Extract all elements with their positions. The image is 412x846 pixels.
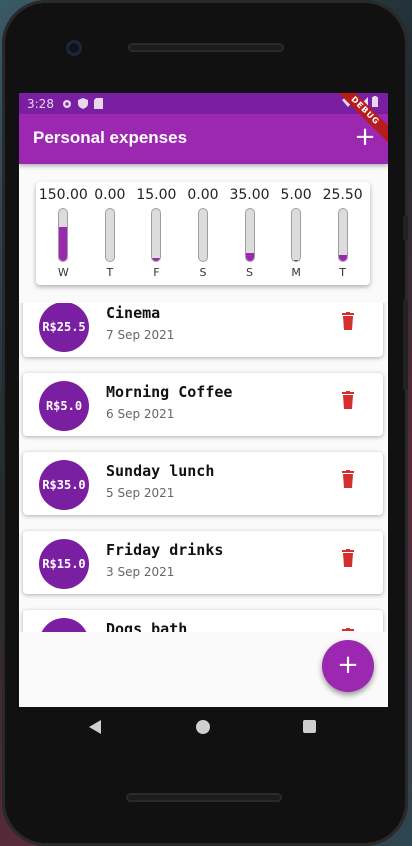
chart-bar: 5.00 M: [273, 182, 319, 285]
android-nav-bar: [19, 707, 388, 747]
shield-icon: [77, 98, 88, 109]
chart-bar-track: [58, 208, 69, 262]
add-fab-button[interactable]: +: [322, 640, 374, 692]
chart-bar-amount: 25.50: [322, 187, 363, 203]
settings-icon: [62, 99, 71, 108]
chart-bar-day: S: [199, 266, 207, 279]
transaction-title: Dogs bath: [106, 620, 188, 632]
battery-icon: [372, 96, 378, 107]
page-title: Personal expenses: [33, 128, 188, 147]
earpiece-speaker: [128, 43, 284, 52]
delete-icon[interactable]: [341, 628, 355, 632]
chart-bar-track: [337, 208, 348, 262]
transaction-title: Sunday lunch: [106, 462, 215, 480]
amount-avatar: R$25.5: [39, 303, 89, 352]
chart-bar-track: [197, 208, 208, 262]
chart-bar-fill: [152, 257, 161, 261]
power-button: [403, 216, 408, 240]
home-icon[interactable]: [196, 720, 210, 734]
transaction-item[interactable]: R$25.5 Cinema 7 Sep 2021: [23, 303, 383, 357]
transaction-list[interactable]: R$25.5 Cinema 7 Sep 2021 R$5.0 Morning Coffe…: [19, 303, 388, 632]
chart-bar-day: S: [246, 266, 254, 279]
transaction-item[interactable]: R$15.0 Friday drinks 3 Sep 2021: [23, 531, 383, 594]
chart-bar-track: [151, 208, 162, 262]
chart-bar-day: T: [106, 266, 114, 279]
status-bar: 3:28: [19, 93, 388, 114]
amount-avatar: R$5.0: [39, 381, 89, 431]
delete-icon[interactable]: [341, 391, 355, 409]
chart-bar: 0.00 T: [87, 182, 133, 285]
bottom-speaker: [126, 793, 282, 802]
volume-button: [403, 300, 408, 390]
delete-icon[interactable]: [341, 470, 355, 488]
chart-bar-fill: [338, 255, 347, 261]
chart-bar-fill: [59, 227, 68, 261]
transaction-date: 6 Sep 2021: [106, 407, 175, 421]
chart-bar-day: W: [57, 266, 69, 279]
app-screen: 3:28 DEBUG Personal expenses + 150.00 W 0.…: [19, 93, 388, 707]
chart-bar-day: T: [339, 266, 347, 279]
chart-bar-track: [244, 208, 255, 262]
status-time: 3:28: [27, 96, 54, 111]
app-bar: Personal expenses +: [19, 114, 388, 164]
chart-bar: 35.00 S: [227, 182, 273, 285]
amount-avatar: R$150.0: [39, 618, 89, 632]
weekly-chart: 150.00 W 0.00 T 15.00 F 0.00 S 35.00 S 5.00 M 25.50 T: [36, 182, 370, 285]
transaction-date: 7 Sep 2021: [106, 328, 175, 342]
delete-icon[interactable]: [341, 312, 355, 330]
chart-bar: 15.00 F: [133, 182, 179, 285]
recents-icon[interactable]: [303, 720, 316, 733]
chart-bar: 150.00 W: [39, 182, 88, 285]
transaction-title: Cinema: [106, 304, 161, 322]
chart-bar: 25.50 T: [320, 182, 366, 285]
chart-bar-track: [104, 208, 115, 262]
chart-bar-day: M: [291, 266, 301, 279]
sd-card-icon: [93, 98, 103, 109]
transaction-item[interactable]: R$35.0 Sunday lunch 5 Sep 2021: [23, 452, 383, 515]
transaction-item[interactable]: R$150.0 Dogs bath: [23, 610, 383, 632]
transaction-date: 3 Sep 2021: [106, 565, 175, 579]
weekly-chart-card: 150.00 W 0.00 T 15.00 F 0.00 S 35.00 S 5.00 M 25.50 T: [36, 182, 370, 285]
delete-icon[interactable]: [341, 549, 355, 567]
transaction-item[interactable]: R$5.0 Morning Coffee 6 Sep 2021: [23, 373, 383, 436]
amount-avatar: R$15.0: [39, 539, 89, 589]
transaction-title: Morning Coffee: [106, 383, 233, 401]
transaction-date: 5 Sep 2021: [106, 486, 175, 500]
chart-bar-day: F: [153, 266, 160, 279]
amount-avatar: R$35.0: [39, 460, 89, 510]
chart-bar-fill: [292, 259, 301, 261]
chart-bar: 0.00 S: [180, 182, 226, 285]
back-icon[interactable]: [89, 720, 101, 734]
transaction-title: Friday drinks: [106, 541, 224, 559]
front-camera: [66, 40, 82, 56]
chart-bar-track: [291, 208, 302, 262]
chart-bar-fill: [245, 253, 254, 261]
